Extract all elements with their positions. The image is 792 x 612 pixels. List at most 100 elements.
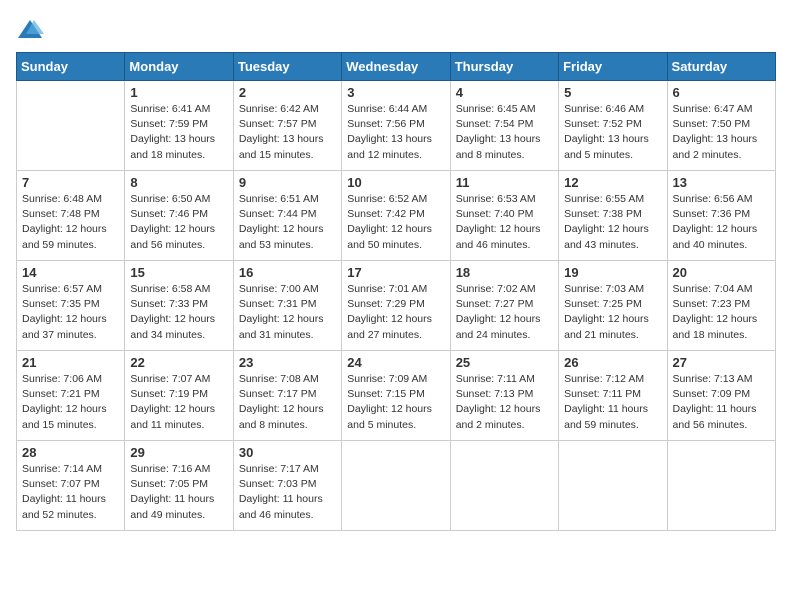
calendar-cell	[450, 441, 558, 531]
calendar-cell: 5Sunrise: 6:46 AMSunset: 7:52 PMDaylight…	[559, 81, 667, 171]
calendar-cell: 22Sunrise: 7:07 AMSunset: 7:19 PMDayligh…	[125, 351, 233, 441]
calendar-cell	[342, 441, 450, 531]
day-number: 13	[673, 175, 770, 190]
day-number: 21	[22, 355, 119, 370]
calendar-cell: 9 Sunrise: 6:51 AMSunset: 7:44 PMDaylight…	[233, 171, 341, 261]
day-info: Sunrise: 7:01 AMSunset: 7:29 PMDaylight:…	[347, 282, 444, 343]
day-number: 27	[673, 355, 770, 370]
day-info: Sunrise: 6:52 AMSunset: 7:42 PMDaylight:…	[347, 192, 444, 253]
day-number: 11	[456, 175, 553, 190]
calendar-cell: 20 Sunrise: 7:04 AMSunset: 7:23 PMDayligh…	[667, 261, 775, 351]
day-info: Sunrise: 6:44 AMSunset: 7:56 PMDaylight:…	[347, 102, 444, 163]
day-number: 10	[347, 175, 444, 190]
calendar-week-3: 14 Sunrise: 6:57 AMSunset: 7:35 PMDayligh…	[17, 261, 776, 351]
day-info: Sunrise: 7:04 AMSunset: 7:23 PMDaylight:…	[673, 282, 770, 343]
calendar-cell: 15 Sunrise: 6:58 AMSunset: 7:33 PMDayligh…	[125, 261, 233, 351]
calendar-week-5: 28 Sunrise: 7:14 AMSunset: 7:07 PMDayligh…	[17, 441, 776, 531]
day-info: Sunrise: 6:51 AMSunset: 7:44 PMDaylight:…	[239, 192, 336, 253]
day-number: 30	[239, 445, 336, 460]
calendar-cell: 21 Sunrise: 7:06 AMSunset: 7:21 PMDayligh…	[17, 351, 125, 441]
day-number: 9	[239, 175, 336, 190]
day-number: 3	[347, 85, 444, 100]
day-info: Sunrise: 7:07 AMSunset: 7:19 PMDaylight:…	[130, 372, 227, 433]
day-info: Sunrise: 6:58 AMSunset: 7:33 PMDaylight:…	[130, 282, 227, 343]
calendar-cell: 11 Sunrise: 6:53 AMSunset: 7:40 PMDayligh…	[450, 171, 558, 261]
day-number: 19	[564, 265, 661, 280]
day-number: 1	[130, 85, 227, 100]
calendar-cell: 27Sunrise: 7:13 AMSunset: 7:09 PMDayligh…	[667, 351, 775, 441]
weekday-header-monday: Monday	[125, 53, 233, 81]
calendar-cell: 10 Sunrise: 6:52 AMSunset: 7:42 PMDayligh…	[342, 171, 450, 261]
calendar-cell: 28 Sunrise: 7:14 AMSunset: 7:07 PMDayligh…	[17, 441, 125, 531]
calendar-cell: 12 Sunrise: 6:55 AMSunset: 7:38 PMDayligh…	[559, 171, 667, 261]
day-info: Sunrise: 7:09 AMSunset: 7:15 PMDaylight:…	[347, 372, 444, 433]
day-number: 12	[564, 175, 661, 190]
day-info: Sunrise: 7:00 AMSunset: 7:31 PMDaylight:…	[239, 282, 336, 343]
day-info: Sunrise: 6:56 AMSunset: 7:36 PMDaylight:…	[673, 192, 770, 253]
weekday-header-sunday: Sunday	[17, 53, 125, 81]
day-info: Sunrise: 7:16 AMSunset: 7:05 PMDaylight:…	[130, 462, 227, 523]
calendar-cell: 25 Sunrise: 7:11 AMSunset: 7:13 PMDayligh…	[450, 351, 558, 441]
day-number: 14	[22, 265, 119, 280]
calendar-cell: 17 Sunrise: 7:01 AMSunset: 7:29 PMDayligh…	[342, 261, 450, 351]
day-info: Sunrise: 6:57 AMSunset: 7:35 PMDaylight:…	[22, 282, 119, 343]
day-info: Sunrise: 7:06 AMSunset: 7:21 PMDaylight:…	[22, 372, 119, 433]
calendar-cell	[559, 441, 667, 531]
day-info: Sunrise: 7:17 AMSunset: 7:03 PMDaylight:…	[239, 462, 336, 523]
day-number: 24	[347, 355, 444, 370]
day-number: 15	[130, 265, 227, 280]
day-info: Sunrise: 6:50 AMSunset: 7:46 PMDaylight:…	[130, 192, 227, 253]
day-info: Sunrise: 7:08 AMSunset: 7:17 PMDaylight:…	[239, 372, 336, 433]
day-number: 6	[673, 85, 770, 100]
day-number: 16	[239, 265, 336, 280]
day-info: Sunrise: 6:48 AMSunset: 7:48 PMDaylight:…	[22, 192, 119, 253]
calendar-cell: 6 Sunrise: 6:47 AMSunset: 7:50 PMDaylight…	[667, 81, 775, 171]
day-number: 2	[239, 85, 336, 100]
day-info: Sunrise: 6:46 AMSunset: 7:52 PMDaylight:…	[564, 102, 661, 163]
calendar-week-4: 21 Sunrise: 7:06 AMSunset: 7:21 PMDayligh…	[17, 351, 776, 441]
weekday-header-tuesday: Tuesday	[233, 53, 341, 81]
page-header	[16, 16, 776, 44]
calendar-table: SundayMondayTuesdayWednesdayThursdayFrid…	[16, 52, 776, 531]
day-number: 28	[22, 445, 119, 460]
logo	[16, 16, 48, 44]
day-info: Sunrise: 6:53 AMSunset: 7:40 PMDaylight:…	[456, 192, 553, 253]
weekday-header-saturday: Saturday	[667, 53, 775, 81]
day-info: Sunrise: 7:11 AMSunset: 7:13 PMDaylight:…	[456, 372, 553, 433]
day-info: Sunrise: 6:42 AMSunset: 7:57 PMDaylight:…	[239, 102, 336, 163]
calendar-cell: 18 Sunrise: 7:02 AMSunset: 7:27 PMDayligh…	[450, 261, 558, 351]
weekday-header-friday: Friday	[559, 53, 667, 81]
calendar-week-2: 7 Sunrise: 6:48 AMSunset: 7:48 PMDaylight…	[17, 171, 776, 261]
day-number: 17	[347, 265, 444, 280]
calendar-cell: 7 Sunrise: 6:48 AMSunset: 7:48 PMDaylight…	[17, 171, 125, 261]
day-number: 18	[456, 265, 553, 280]
calendar-cell: 30 Sunrise: 7:17 AMSunset: 7:03 PMDayligh…	[233, 441, 341, 531]
day-number: 4	[456, 85, 553, 100]
logo-icon	[16, 16, 44, 44]
day-info: Sunrise: 6:47 AMSunset: 7:50 PMDaylight:…	[673, 102, 770, 163]
calendar-cell: 3 Sunrise: 6:44 AMSunset: 7:56 PMDaylight…	[342, 81, 450, 171]
day-number: 7	[22, 175, 119, 190]
day-number: 26	[564, 355, 661, 370]
calendar-cell: 13 Sunrise: 6:56 AMSunset: 7:36 PMDayligh…	[667, 171, 775, 261]
day-info: Sunrise: 6:55 AMSunset: 7:38 PMDaylight:…	[564, 192, 661, 253]
calendar-cell: 26 Sunrise: 7:12 AMSunset: 7:11 PMDayligh…	[559, 351, 667, 441]
day-info: Sunrise: 7:02 AMSunset: 7:27 PMDaylight:…	[456, 282, 553, 343]
day-info: Sunrise: 7:14 AMSunset: 7:07 PMDaylight:…	[22, 462, 119, 523]
calendar-cell	[667, 441, 775, 531]
weekday-header-wednesday: Wednesday	[342, 53, 450, 81]
day-info: Sunrise: 6:45 AMSunset: 7:54 PMDaylight:…	[456, 102, 553, 163]
weekday-header-thursday: Thursday	[450, 53, 558, 81]
day-number: 25	[456, 355, 553, 370]
day-number: 8	[130, 175, 227, 190]
calendar-week-1: 1Sunrise: 6:41 AMSunset: 7:59 PMDaylight…	[17, 81, 776, 171]
calendar-cell: 29 Sunrise: 7:16 AMSunset: 7:05 PMDayligh…	[125, 441, 233, 531]
day-info: Sunrise: 7:12 AMSunset: 7:11 PMDaylight:…	[564, 372, 661, 433]
calendar-cell: 23Sunrise: 7:08 AMSunset: 7:17 PMDayligh…	[233, 351, 341, 441]
calendar-cell: 14 Sunrise: 6:57 AMSunset: 7:35 PMDayligh…	[17, 261, 125, 351]
day-number: 29	[130, 445, 227, 460]
calendar-cell: 8 Sunrise: 6:50 AMSunset: 7:46 PMDaylight…	[125, 171, 233, 261]
calendar-cell: 24 Sunrise: 7:09 AMSunset: 7:15 PMDayligh…	[342, 351, 450, 441]
calendar-cell: 1Sunrise: 6:41 AMSunset: 7:59 PMDaylight…	[125, 81, 233, 171]
day-number: 20	[673, 265, 770, 280]
